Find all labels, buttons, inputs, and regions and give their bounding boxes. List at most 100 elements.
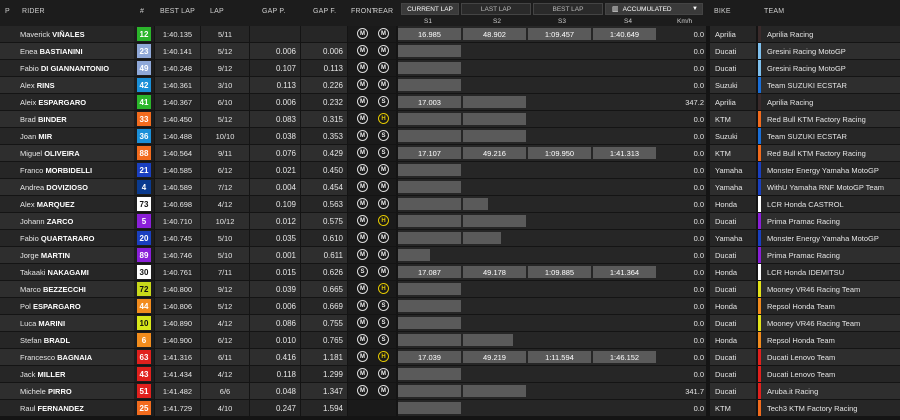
table-row[interactable]: 8Miguel OLIVEIRA881:40.5649/110.0760.429… (0, 145, 900, 162)
front-tyre-icon: M (357, 113, 368, 124)
sector-3-time: 1:09.457 (544, 29, 575, 39)
table-row[interactable]: 22Michele PIRRO511:41.4826/60.0481.34734… (0, 383, 900, 400)
table-row[interactable]: 16Marco BEZZECCHI721:40.8009/120.0390.66… (0, 281, 900, 298)
rider-first-name: Miguel (20, 148, 43, 158)
best-lap-time: 1:40.761 (155, 264, 200, 280)
table-row[interactable]: 9Franco MORBIDELLI211:40.5856/120.0210.4… (0, 162, 900, 179)
bike-maker: Ducati (710, 366, 756, 382)
lap-count: 7/12 (201, 179, 249, 195)
table-row[interactable]: 23Raul FERNANDEZ251:41.7294/100.2471.594… (0, 400, 900, 417)
speed-kmh: 341.7 (671, 383, 706, 399)
table-row[interactable]: 10Andrea DOVIZIOSO41:40.5897/120.0040.45… (0, 179, 900, 196)
sector-3-time: 1:09.950 (544, 148, 575, 158)
table-row[interactable]: 12Johann ZARCO51:40.71010/120.0120.5750.… (0, 213, 900, 230)
rider-number-cell: 51 (134, 383, 154, 399)
table-row[interactable]: 17Pol ESPARGARO441:40.8065/120.0060.6690… (0, 298, 900, 315)
sector-3-time (528, 315, 591, 331)
bike-maker: Ducati (710, 247, 756, 263)
sector-4-time (593, 247, 656, 263)
team-name: Ducati Lenovo Team (761, 349, 900, 365)
rider-last-name: VIÑALES (52, 29, 85, 39)
table-row[interactable]: 13Fabio QUARTARARO201:40.7455/100.0350.6… (0, 230, 900, 247)
rider-name: Joan MIR (0, 128, 134, 144)
rider-number-badge: 89 (137, 248, 151, 262)
sector-1-time: 17.107 (418, 148, 441, 158)
rider-number-badge: 43 (137, 367, 151, 381)
table-row[interactable]: 1Maverick VIÑALES121:40.1355/110.0Aprili… (0, 26, 900, 43)
gap-first: 0.626 (301, 264, 347, 280)
rear-tyre-icon: H (378, 283, 389, 294)
sector-4-time (593, 94, 656, 110)
table-row[interactable]: 2Enea BASTIANINI231:40.1415/120.0060.006… (0, 43, 900, 60)
tab-best-lap[interactable]: BEST LAP (533, 3, 603, 15)
sector-1-time (398, 60, 461, 76)
rider-number-badge: 12 (137, 27, 151, 41)
front-tyre-icon: M (357, 300, 368, 311)
gap-previous: 0.001 (250, 247, 300, 263)
bike-maker: Ducati (710, 213, 756, 229)
rider-number-cell: 63 (134, 349, 154, 365)
speed-kmh: 0.0 (671, 315, 706, 331)
table-row[interactable]: 20Francesco BAGNAIA631:41.3166/110.4161.… (0, 349, 900, 366)
sector-4-time (593, 298, 656, 314)
header-gap-p: GAP P. (262, 8, 286, 15)
sector-4-time (593, 196, 656, 212)
rider-first-name: Franco (20, 165, 44, 175)
rider-name: Maverick VIÑALES (0, 26, 134, 42)
team-name: Aprilia Racing (761, 26, 900, 42)
sector-3-time (528, 230, 591, 246)
rider-number-badge: 72 (137, 282, 151, 296)
gap-previous: 0.086 (250, 315, 300, 331)
tab-last-lap[interactable]: LAST LAP (461, 3, 531, 15)
sector-1-time (398, 77, 461, 93)
table-row[interactable]: 6Brad BINDER331:40.4505/120.0830.3150.0K… (0, 111, 900, 128)
chart-icon: ▥ (612, 6, 619, 13)
table-row[interactable]: 3Fabio DI GIANNANTONIO491:40.2489/120.10… (0, 60, 900, 77)
sector-2-time (463, 179, 526, 195)
rider-last-name: BEZZECCHI (42, 284, 86, 294)
rear-tyre-icon: M (378, 181, 389, 192)
table-row[interactable]: 14Jorge MARTIN891:40.7465/100.0010.6110.… (0, 247, 900, 264)
bike-maker: Ducati (710, 383, 756, 399)
table-row[interactable]: 5Aleix ESPARGARO411:40.3676/100.0060.232… (0, 94, 900, 111)
tab-current-lap[interactable]: CURRENT LAP (401, 3, 459, 15)
sector-2-time (463, 196, 526, 212)
gap-first: 0.232 (301, 94, 347, 110)
bike-maker: Honda (710, 298, 756, 314)
rider-name: Brad BINDER (0, 111, 134, 127)
rear-tyre-icon: M (378, 249, 389, 260)
sector-3-time: 1:11.594 (545, 352, 574, 362)
rider-number-cell: 20 (134, 230, 154, 246)
front-tyre-icon: M (357, 164, 368, 175)
chevron-down-icon: ▼ (692, 6, 698, 12)
gap-first: 0.315 (301, 111, 347, 127)
table-row[interactable]: 15Takaaki NAKAGAMI301:40.7617/110.0150.6… (0, 264, 900, 281)
speed-kmh: 0.0 (671, 26, 706, 42)
team-name: LCR Honda CASTROL (761, 196, 900, 212)
table-row[interactable]: 18Luca MARINI101:40.8904/120.0860.7550.0… (0, 315, 900, 332)
sector-1-time: 17.003 (418, 97, 441, 107)
rear-tyre-icon: M (378, 232, 389, 243)
accumulated-dropdown[interactable]: ▥ ACCUMULATED ▼ (605, 3, 703, 15)
team-name: Ducati Lenovo Team (761, 366, 900, 382)
sector-3-time (528, 43, 591, 59)
front-tyre-icon: M (357, 45, 368, 56)
rider-last-name: BAGNAIA (57, 352, 93, 362)
speed-kmh: 0.0 (671, 43, 706, 59)
rider-name: Marco BEZZECCHI (0, 281, 134, 297)
table-row[interactable]: 19Stefan BRADL61:40.9006/120.0100.7650.0… (0, 332, 900, 349)
sector-2-time (463, 247, 526, 263)
sector-2-time (463, 43, 526, 59)
table-row[interactable]: 7Joan MIR361:40.48810/100.0380.3530.0Suz… (0, 128, 900, 145)
sector-4-time (593, 162, 656, 178)
team-name: Monster Energy Yamaha MotoGP (761, 162, 900, 178)
rider-name: Franco MORBIDELLI (0, 162, 134, 178)
sector-1-time (398, 383, 461, 399)
bike-maker: Yamaha (710, 162, 756, 178)
front-tyre-icon: M (357, 385, 368, 396)
rider-number-badge: 44 (137, 299, 151, 313)
sector-1-time (398, 213, 461, 229)
table-row[interactable]: 11Alex MARQUEZ731:40.6984/120.1090.5630.… (0, 196, 900, 213)
table-row[interactable]: 21Jack MILLER431:41.4344/120.1181.2990.0… (0, 366, 900, 383)
table-row[interactable]: 4Alex RINS421:40.3613/100.1130.2260.0Suz… (0, 77, 900, 94)
